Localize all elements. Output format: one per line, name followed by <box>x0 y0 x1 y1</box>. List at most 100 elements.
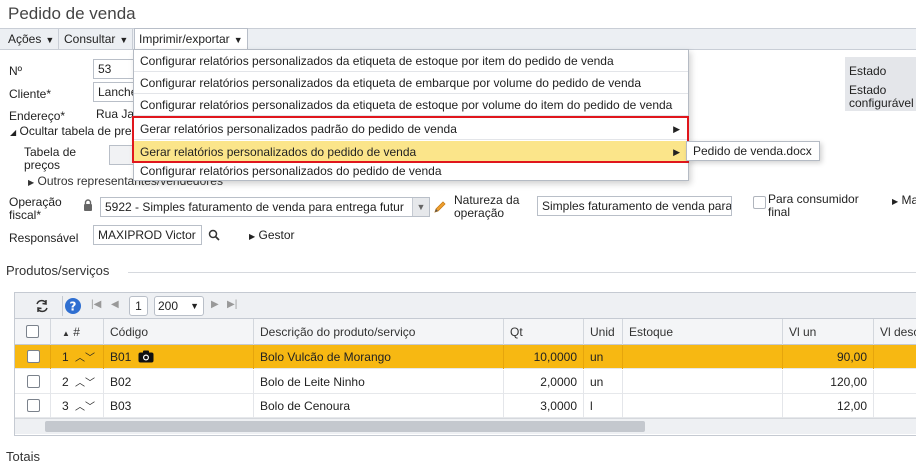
page-title: Pedido de venda <box>8 4 136 24</box>
operacao-fiscal-select[interactable]: 5922 - Simples faturamento de venda para… <box>100 197 430 217</box>
header-vl-un[interactable]: Vl un <box>783 319 874 345</box>
expand-icon: ▶ <box>28 178 34 187</box>
row-codigo[interactable]: B03 <box>104 394 254 418</box>
page-size-select[interactable]: 200 ▼ <box>154 296 204 316</box>
estado-label: Estado <box>849 64 886 78</box>
svg-text:?: ? <box>70 300 77 314</box>
table-row[interactable]: 1 ︿﹀ B01 Bolo Vulcão de Morango 10,0000 … <box>15 345 916 369</box>
ocultar-tabela-toggle[interactable]: ◢ Ocultar tabela de pre <box>10 124 132 138</box>
natureza-label-2: operação <box>454 206 504 220</box>
consultar-menu-button[interactable]: Consultar▼ <box>60 29 133 50</box>
row-unid[interactable]: un <box>584 345 623 369</box>
header-qt[interactable]: Qt <box>504 319 584 345</box>
page-input[interactable]: 1 <box>129 296 148 316</box>
next-page-icon[interactable]: ▶ <box>211 299 219 310</box>
header-descricao[interactable]: Descrição do produto/serviço <box>254 319 504 345</box>
move-down-icon[interactable]: ﹀ <box>85 353 95 364</box>
table-row[interactable]: 3 ︿﹀ B03 Bolo de Cenoura 3,0000 l 12,00 <box>15 394 916 418</box>
row-codigo[interactable]: B02 <box>104 370 254 394</box>
header-codigo[interactable]: Código <box>104 319 254 345</box>
row-checkbox[interactable] <box>27 375 40 388</box>
cliente-label: Cliente* <box>9 87 51 101</box>
first-page-icon[interactable]: |◀ <box>91 299 101 310</box>
row-checkbox[interactable] <box>27 350 40 363</box>
menu-item-config-etiqueta-estoque-item[interactable]: Configurar relatórios personalizados da … <box>134 50 688 72</box>
gestor-toggle[interactable]: ▶ Gestor <box>249 228 295 242</box>
menu-item-config-etiqueta-estoque-volume-item[interactable]: Configurar relatórios personalizados da … <box>134 94 688 116</box>
numero-input[interactable]: 53 <box>93 59 135 79</box>
menu-item-gerar-relatorios-padrao-label: Gerar relatórios personalizados padrão d… <box>140 122 457 136</box>
acoes-menu-button[interactable]: Ações ▼ <box>4 29 59 50</box>
scrollbar-thumb[interactable] <box>45 421 645 432</box>
cliente-input[interactable]: Lanche <box>93 82 135 102</box>
ocultar-tabela-label: Ocultar tabela de pre <box>20 124 132 138</box>
refresh-icon[interactable] <box>34 299 50 313</box>
help-icon[interactable]: ? <box>64 297 82 315</box>
natureza-input[interactable]: Simples faturamento de venda para <box>537 196 732 216</box>
last-page-icon[interactable]: ▶| <box>227 299 237 310</box>
row-num: 2 <box>62 375 69 389</box>
chevron-down-icon: ▼ <box>190 297 199 315</box>
camera-icon[interactable] <box>138 350 154 363</box>
row-estoque[interactable] <box>623 345 783 369</box>
responsavel-input[interactable]: MAXIPROD Victor <box>93 225 202 245</box>
row-unid[interactable]: l <box>584 394 623 418</box>
select-all-checkbox[interactable] <box>26 325 39 338</box>
row-vl-desc[interactable] <box>874 345 916 369</box>
row-descricao[interactable]: Bolo Vulcão de Morango <box>254 345 504 369</box>
row-num: 3 <box>62 399 69 413</box>
imprimir-exportar-menu-button[interactable]: Imprimir/exportar▼ <box>134 28 248 50</box>
move-down-icon[interactable]: ﹀ <box>85 402 95 413</box>
horizontal-scrollbar[interactable] <box>15 418 916 434</box>
section-divider <box>128 272 916 273</box>
row-vl-desc[interactable] <box>874 370 916 394</box>
row-select-cell <box>15 345 51 369</box>
menu-item-config-relatorios[interactable]: Configurar relatórios personalizados do … <box>134 160 688 182</box>
move-up-icon[interactable]: ︿ <box>75 353 85 364</box>
consumidor-label-2: final <box>768 205 790 219</box>
row-qt[interactable]: 2,0000 <box>504 370 584 394</box>
move-down-icon[interactable]: ﹀ <box>85 378 95 389</box>
row-codigo-cell[interactable]: B01 <box>104 345 254 369</box>
row-descricao[interactable]: Bolo de Leite Ninho <box>254 370 504 394</box>
row-qt[interactable]: 3,0000 <box>504 394 584 418</box>
move-up-icon[interactable]: ︿ <box>75 402 85 413</box>
expand-icon: ▶ <box>892 197 898 206</box>
row-qt[interactable]: 10,0000 <box>504 345 584 369</box>
status-panel: Estado Estado configurável <box>845 57 916 111</box>
menu-item-gerar-relatorios-padrao[interactable]: Gerar relatórios personalizados padrão d… <box>134 118 688 140</box>
header-unid[interactable]: Unid <box>584 319 623 345</box>
header-select-cell <box>15 319 51 345</box>
row-vl-desc[interactable] <box>874 394 916 418</box>
pencil-icon[interactable] <box>433 200 447 214</box>
natureza-label-1: Natureza da <box>454 193 519 207</box>
gestor-label: Gestor <box>259 228 295 242</box>
tabela-precos-input[interactable] <box>109 145 135 165</box>
row-unid[interactable]: un <box>584 370 623 394</box>
produtos-section-title: Produtos/serviços <box>6 263 109 278</box>
row-vl-un[interactable]: 12,00 <box>783 394 874 418</box>
grid-header: ▲ # Código Descrição do produto/serviço … <box>15 319 916 345</box>
submenu-item-pedido-venda-docx[interactable]: Pedido de venda.docx <box>693 144 812 158</box>
row-checkbox[interactable] <box>27 399 40 412</box>
header-vl-desc[interactable]: Vl desc <box>874 319 916 345</box>
table-row[interactable]: 2 ︿﹀ B02 Bolo de Leite Ninho 2,0000 un 1… <box>15 370 916 394</box>
prev-page-icon[interactable]: ◀ <box>111 299 119 310</box>
row-estoque[interactable] <box>623 370 783 394</box>
row-vl-un[interactable]: 90,00 <box>783 345 874 369</box>
row-estoque[interactable] <box>623 394 783 418</box>
menu-item-config-etiqueta-embarque-volume[interactable]: Configurar relatórios personalizados da … <box>134 72 688 94</box>
consumidor-final-checkbox[interactable] <box>753 196 766 209</box>
header-num[interactable]: ▲ # <box>51 319 104 345</box>
row-vl-un[interactable]: 120,00 <box>783 370 874 394</box>
toolbar-divider <box>62 296 63 316</box>
chevron-down-icon[interactable]: ▼ <box>412 198 429 216</box>
mais-toggle[interactable]: ▶ Ma <box>892 193 916 207</box>
gerar-relatorios-submenu: Pedido de venda.docx <box>686 141 820 161</box>
move-up-icon[interactable]: ︿ <box>75 378 85 389</box>
row-descricao[interactable]: Bolo de Cenoura <box>254 394 504 418</box>
chevron-down-icon: ▼ <box>45 30 54 50</box>
acoes-label: Ações <box>8 32 41 46</box>
header-estoque[interactable]: Estoque <box>623 319 783 345</box>
search-icon[interactable] <box>208 229 220 241</box>
